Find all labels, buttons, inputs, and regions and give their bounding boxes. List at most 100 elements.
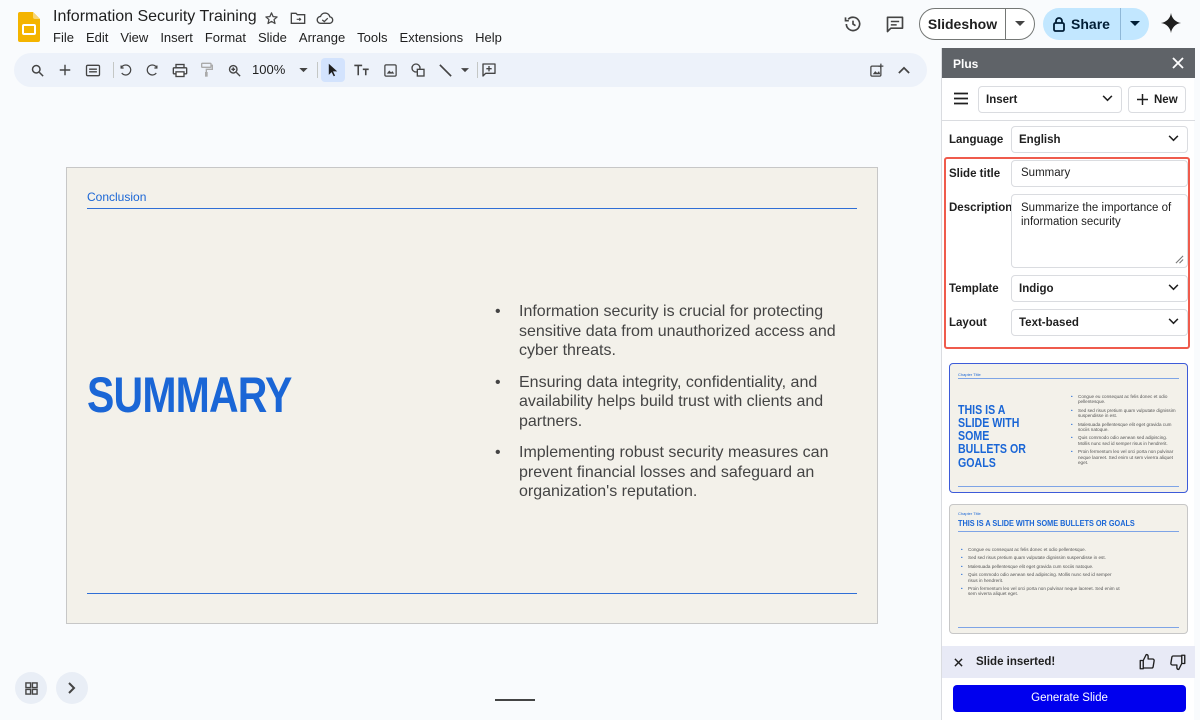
menu-format[interactable]: Format [205,30,252,45]
thumbnail-rule [958,531,1179,532]
share-dropdown-icon[interactable] [1121,8,1149,40]
paint-format-icon[interactable] [197,60,217,80]
menu-help[interactable]: Help [475,30,508,45]
gemini-icon[interactable] [1158,11,1184,35]
undo-icon[interactable] [115,60,135,80]
slide-inserted-notice: Slide inserted! [942,646,1195,678]
language-select[interactable]: English [1011,126,1188,153]
generate-slide-button[interactable]: Generate Slide [953,685,1186,712]
thumbnail-bullet: Quis commodo odio aenean sed adipiscing.… [960,572,1120,583]
text-box-icon[interactable] [351,60,371,80]
plus-icon [1137,94,1148,105]
shape-icon[interactable] [408,60,428,80]
thumbnail-bullet: Sed sed risus pretium quam vulputate dig… [960,555,1120,561]
zoom-dropdown-icon[interactable] [293,60,313,80]
document-title[interactable]: Information Security Training [53,8,257,26]
resize-handle-icon[interactable] [1175,255,1184,264]
add-image-panel-icon[interactable] [866,60,886,80]
notice-text: Slide inserted! [976,656,1056,668]
layout-select[interactable]: Text-based [1011,309,1188,336]
slide-title-input[interactable]: Summary [1011,160,1188,187]
new-button-label: New [1154,93,1178,106]
zoom-icon[interactable] [224,60,244,80]
thumbnail-bullet: Sed sed risus pretium quam vulputate dig… [1070,408,1180,419]
layout-label: Layout [949,317,987,329]
menu-tools[interactable]: Tools [357,30,393,45]
panel-header: Plus [942,48,1195,78]
panel-title: Plus [953,57,979,71]
description-label: Description [949,202,1013,214]
layout-thumbnail-2[interactable]: Chapter Title THIS IS A SLIDE WITH SOME … [949,504,1188,634]
new-button[interactable]: New [1128,86,1186,113]
select-cursor-icon[interactable] [321,58,345,82]
cloud-saved-icon[interactable] [316,9,334,27]
thumbnail-rule [958,486,1179,487]
thumbnail-chapter: Chapter Title [958,372,981,377]
close-icon[interactable] [1169,54,1187,72]
template-select[interactable]: Indigo [1011,275,1188,302]
menu-extensions[interactable]: Extensions [400,30,470,45]
language-select-value: English [1019,133,1061,146]
move-folder-icon[interactable] [289,9,307,27]
description-value: Summarize the importance of information … [1021,202,1172,228]
slideshow-label[interactable]: Slideshow [920,9,1006,39]
panel-divider [942,120,1195,121]
slideshow-button[interactable]: Slideshow [919,8,1035,40]
redo-icon[interactable] [142,60,162,80]
insert-image-icon[interactable] [380,60,400,80]
comment-icon[interactable] [882,12,908,36]
thumbnail-bullet: Quis commodo odio aenean sed adipiscing.… [1070,435,1180,446]
slide-title-label: Slide title [949,168,1001,180]
line-dropdown-icon[interactable] [455,60,475,80]
lock-icon [1053,16,1065,32]
slide-bullet: Implementing robust security measures ca… [495,443,855,502]
layout-thumbnail-1[interactable]: Chapter Title THIS IS A SLIDE WITH SOME … [949,363,1188,493]
menu-edit[interactable]: Edit [86,30,114,45]
mode-select[interactable]: Insert [978,86,1122,113]
menu-view[interactable]: View [120,30,154,45]
add-comment-icon[interactable] [479,60,499,80]
toolbar: 100% [14,53,927,87]
addon-side-panel: Plus Insert New Language English Slide t… [941,48,1195,720]
collapse-toolbar-icon[interactable] [894,60,914,80]
chevron-down-icon [1102,94,1113,101]
chevron-down-icon [1168,317,1179,324]
description-textarea[interactable]: Summarize the importance of information … [1011,194,1188,268]
slide-chapter-label[interactable]: Conclusion [87,190,146,204]
line-icon[interactable] [435,60,455,80]
slide-bullet-list[interactable]: Information security is crucial for prot… [495,302,855,514]
new-slide-icon[interactable] [55,60,75,80]
expand-filmstrip-icon[interactable] [56,672,88,704]
thumbnail-bullets: Congue eu consequat ac felis donec et od… [960,547,1120,600]
speaker-notes-drag-handle[interactable] [495,699,535,701]
thumbnail-bullet: Proin fermentum leo vel orci porta non p… [960,586,1120,597]
slide-bullet: Ensuring data integrity, confidentiality… [495,373,855,432]
slide-canvas[interactable]: Conclusion SUMMARY Information security … [66,167,878,624]
template-label: Template [949,283,999,295]
star-icon[interactable] [262,9,280,27]
share-button[interactable]: Share [1043,8,1149,40]
thumbs-down-icon[interactable] [1169,653,1187,671]
thumbnail-title: THIS IS A SLIDE WITH SOME BULLETS OR GOA… [958,403,1026,470]
thumbs-up-icon[interactable] [1138,653,1156,671]
menu-insert[interactable]: Insert [160,30,199,45]
slide-title[interactable]: SUMMARY [87,366,292,424]
menu-file[interactable]: File [53,30,80,45]
menu-arrange[interactable]: Arrange [299,30,351,45]
search-menus-icon[interactable] [27,60,47,80]
zoom-value[interactable]: 100% [252,62,285,77]
slide-bottom-rule [87,593,857,594]
thumbnail-title: THIS IS A SLIDE WITH SOME BULLETS OR GOA… [958,518,1135,528]
menu-slide[interactable]: Slide [258,30,293,45]
grid-view-icon[interactable] [15,672,47,704]
slideshow-dropdown-icon[interactable] [1006,9,1034,39]
thumbnail-chapter: Chapter Title [958,511,981,516]
close-icon[interactable] [951,655,965,669]
history-icon[interactable] [840,12,866,36]
layout-icon[interactable] [83,60,103,80]
print-icon[interactable] [170,60,190,80]
slide-top-rule [87,208,857,209]
hamburger-menu-icon[interactable] [953,92,971,108]
slides-logo-icon[interactable] [18,12,40,42]
thumbnail-rule [958,378,1179,379]
